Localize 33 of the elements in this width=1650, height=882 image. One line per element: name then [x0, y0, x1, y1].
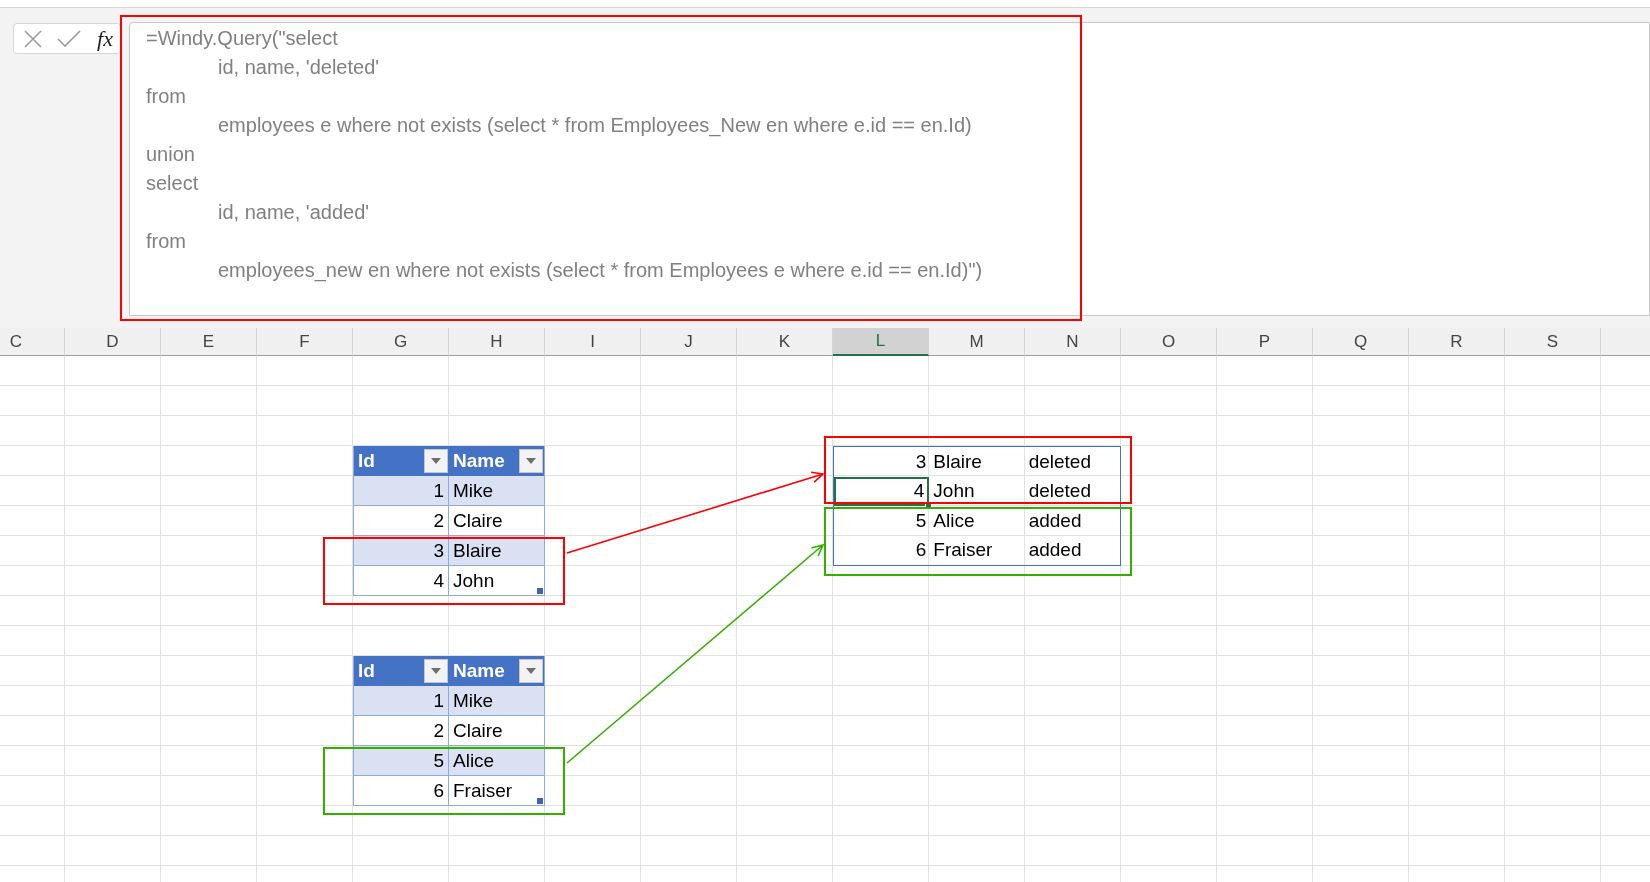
filter-dropdown-button[interactable]: [424, 449, 448, 473]
caret-down-icon: [431, 668, 441, 674]
table-cell-text: added: [1027, 508, 1083, 533]
table-cell-text: Blaire: [932, 449, 983, 474]
filter-dropdown-button[interactable]: [519, 659, 543, 683]
table-cell-text: deleted: [1027, 449, 1092, 474]
close-icon: [24, 29, 42, 48]
column-label: Name: [453, 450, 505, 472]
formula-field[interactable]: =Windy.Query("select id, name, 'deleted' from employees e where not exists (select * from Employees_New en where e.id == en.Id) union select id, name, 'added' from employees_new en where not exists (select * from Employees e where e.id == en.Id)"): [129, 22, 1650, 316]
table-cell-text: added: [1027, 538, 1083, 563]
table-cell-text: deleted: [1027, 479, 1092, 504]
filter-dropdown-button[interactable]: [424, 659, 448, 683]
resize-handle-icon: [537, 588, 543, 594]
column-header[interactable]: L: [833, 328, 929, 356]
filter-dropdown-button[interactable]: [519, 449, 543, 473]
checkmark-icon: [57, 30, 81, 47]
table-cell-text: John: [932, 479, 976, 504]
table-cell-text: 6: [914, 538, 928, 563]
table-cell-text: 5: [914, 508, 928, 533]
insert-function-button[interactable]: fx: [90, 25, 120, 52]
table-cell-text: Fraiser: [932, 538, 994, 563]
table-cell: 4: [834, 476, 930, 506]
caret-down-icon: [526, 458, 536, 464]
resize-handle-icon: [537, 798, 543, 804]
table-cell: 6: [354, 776, 449, 806]
caret-down-icon: [526, 668, 536, 674]
table-cell-text: Alice: [932, 508, 976, 533]
column-label: Name: [453, 660, 505, 682]
caret-down-icon: [431, 458, 441, 464]
column-label: Id: [358, 660, 375, 682]
table-cell: 4: [354, 566, 449, 596]
table-cell-text: 3: [914, 449, 928, 474]
column-label: Id: [358, 450, 375, 472]
